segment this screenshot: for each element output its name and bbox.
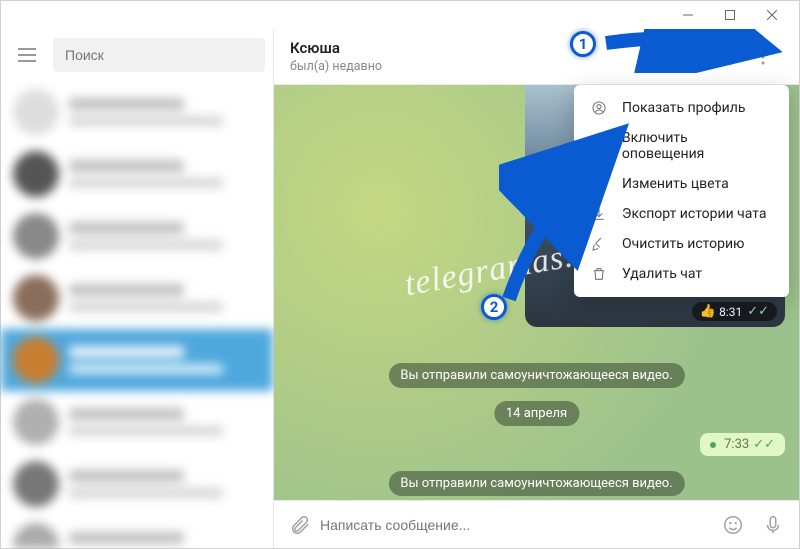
annotation-arrow-1 [601, 29, 786, 73]
chat-list[interactable] [1, 81, 273, 548]
window-maximize-button[interactable] [709, 1, 751, 29]
window-titlebar [1, 1, 799, 29]
chat-list-item[interactable] [1, 391, 273, 453]
chat-list-item-active[interactable] [1, 329, 273, 391]
chat-list-item[interactable] [1, 453, 273, 515]
search-container[interactable] [53, 38, 265, 72]
media-dot-icon [710, 442, 716, 448]
chat-list-item[interactable] [1, 81, 273, 143]
sidebar [1, 29, 274, 548]
annotation-badge-2: 2 [481, 294, 507, 320]
chat-input-area [274, 500, 799, 548]
menu-label: Показать профиль [622, 100, 745, 116]
message-time: 7:33 [724, 437, 749, 452]
chat-list-item[interactable] [1, 267, 273, 329]
message-input[interactable] [320, 517, 713, 533]
annotation-arrow-2 [499, 121, 649, 306]
window-minimize-button[interactable] [667, 1, 709, 29]
photo-time-badge: 👍 8:31 ✓✓ [692, 302, 777, 321]
service-message: Вы отправили самоуничтожающееся видео. [388, 363, 684, 388]
annotation-badge-1: 1 [570, 31, 596, 57]
search-input[interactable] [65, 47, 253, 63]
emoji-button[interactable] [713, 505, 753, 545]
chat-subtitle: был(а) недавно [290, 59, 382, 74]
chat-list-item[interactable] [1, 205, 273, 267]
outgoing-message[interactable]: 7:33 ✓✓ [700, 433, 785, 456]
photo-time: 8:31 [719, 305, 742, 319]
profile-icon [590, 100, 608, 116]
chat-title[interactable]: Ксюша [290, 39, 382, 57]
date-divider: 14 апреля [494, 401, 579, 426]
menu-item-show-profile[interactable]: Показать профиль [574, 93, 789, 123]
hamburger-menu-button[interactable] [9, 37, 45, 73]
chat-list-item[interactable] [1, 143, 273, 205]
read-checks-icon: ✓✓ [753, 437, 775, 452]
thumbs-up-icon: 👍 [700, 304, 716, 319]
chat-list-item[interactable] [1, 515, 273, 548]
read-checks-icon: ✓✓ [747, 304, 769, 319]
voice-message-button[interactable] [753, 505, 793, 545]
attach-button[interactable] [280, 505, 320, 545]
service-message: Вы отправили самоуничтожающееся видео. [388, 471, 684, 496]
window-close-button[interactable] [751, 1, 793, 29]
